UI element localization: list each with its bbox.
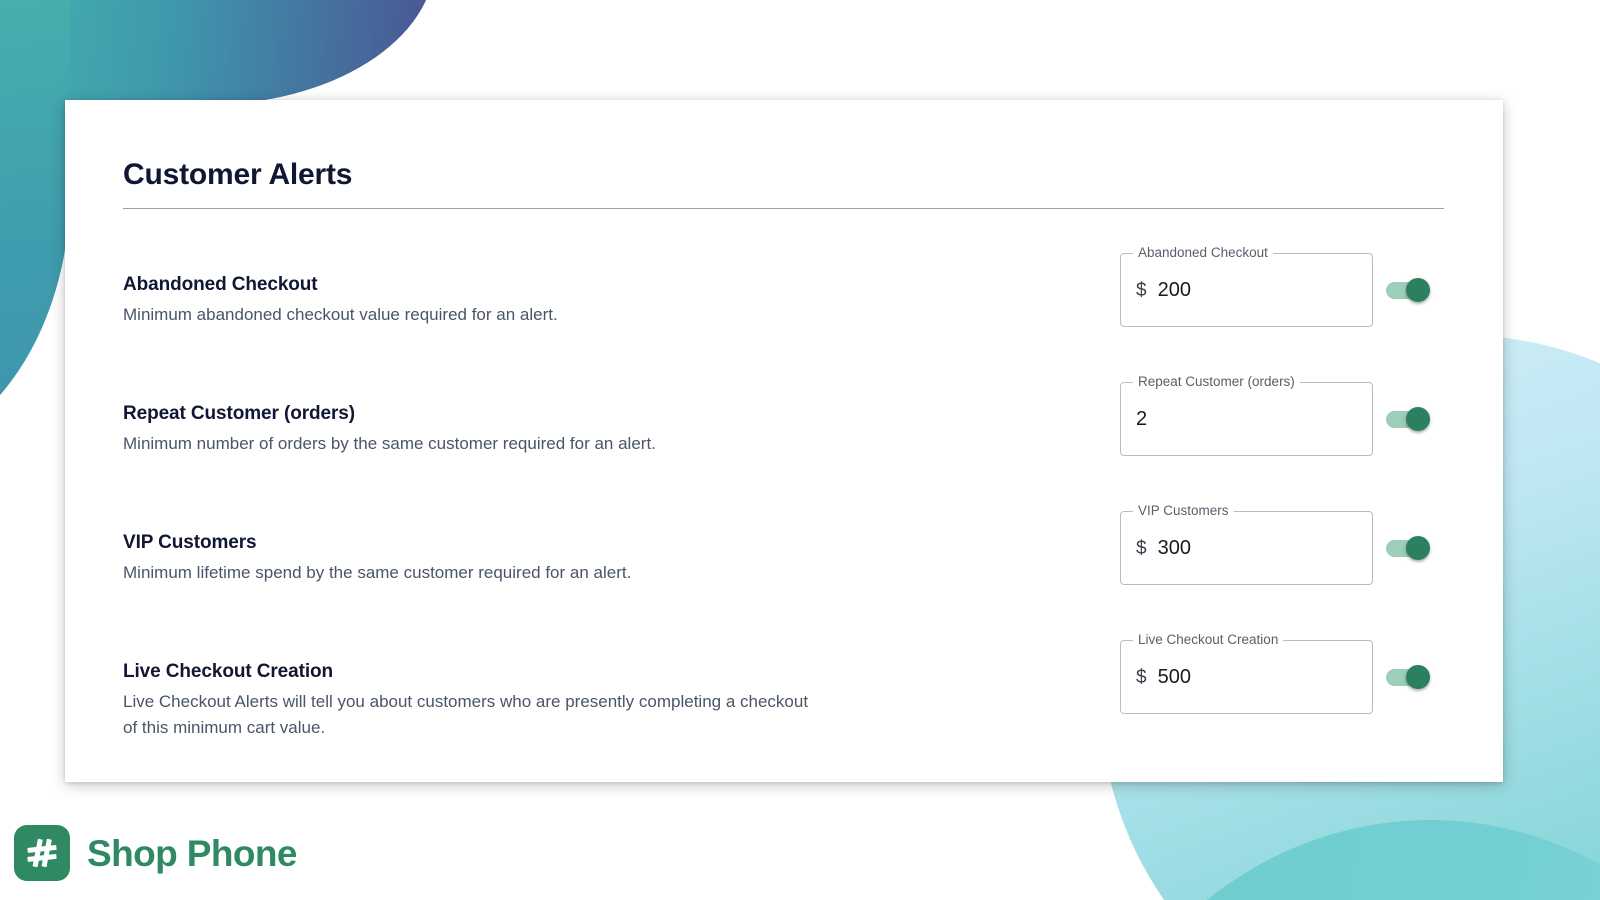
field-body: $ (1120, 511, 1373, 585)
threshold-input[interactable] (1157, 665, 1357, 689)
threshold-input[interactable] (1136, 407, 1357, 431)
page-title: Customer Alerts (123, 158, 353, 191)
alert-row-controls: Abandoned Checkout $ (1120, 245, 1435, 327)
switch-thumb (1406, 407, 1430, 431)
alerts-list: Abandoned Checkout Minimum abandoned chec… (123, 245, 1443, 769)
threshold-input[interactable] (1157, 536, 1357, 560)
alert-title: Abandoned Checkout (123, 274, 318, 295)
alert-threshold-field[interactable]: Abandoned Checkout $ (1120, 245, 1373, 327)
alert-toggle-switch[interactable] (1383, 273, 1435, 307)
field-body: $ (1120, 253, 1373, 327)
gradient-shape-left-band (0, 0, 70, 460)
alert-toggle-switch[interactable] (1383, 402, 1435, 436)
alert-threshold-field[interactable]: VIP Customers $ (1120, 503, 1373, 585)
alert-description: Minimum number of orders by the same cus… (123, 433, 656, 453)
threshold-input[interactable] (1157, 278, 1357, 302)
alert-title: Repeat Customer (orders) (123, 403, 355, 424)
alert-row-controls: Live Checkout Creation $ (1120, 632, 1435, 714)
alert-row-text: Repeat Customer (orders) Minimum number o… (123, 382, 1083, 457)
settings-card: Customer Alerts Abandoned Checkout Minimu… (65, 100, 1503, 782)
alert-toggle-switch[interactable] (1383, 531, 1435, 565)
alert-description: Minimum lifetime spend by the same custo… (123, 562, 632, 582)
alert-row: Abandoned Checkout Minimum abandoned chec… (123, 245, 1443, 382)
alert-toggle-switch[interactable] (1383, 660, 1435, 694)
alert-row-text: Live Checkout Creation Live Checkout Aler… (123, 640, 1083, 741)
hash-icon (14, 825, 70, 881)
currency-adornment: $ (1136, 666, 1147, 688)
brand-footer: Shop Phone (14, 825, 297, 881)
alert-title: Live Checkout Creation (123, 661, 334, 682)
switch-thumb (1406, 278, 1430, 302)
switch-thumb (1406, 536, 1430, 560)
alert-threshold-field[interactable]: Live Checkout Creation $ (1120, 632, 1373, 714)
field-body: $ (1120, 640, 1373, 714)
alert-row: Repeat Customer (orders) Minimum number o… (123, 374, 1443, 511)
alert-description: Live Checkout Alerts will tell you about… (123, 691, 809, 738)
brand-name: Shop Phone (87, 832, 297, 874)
field-body (1120, 382, 1373, 456)
alert-row: Live Checkout Creation Live Checkout Aler… (123, 632, 1443, 769)
currency-adornment: $ (1136, 537, 1147, 559)
alert-title: VIP Customers (123, 532, 257, 553)
alert-row-controls: VIP Customers $ (1120, 503, 1435, 585)
currency-adornment: $ (1136, 279, 1147, 301)
switch-thumb (1406, 665, 1430, 689)
alert-threshold-field[interactable]: Repeat Customer (orders) (1120, 374, 1373, 456)
alert-description: Minimum abandoned checkout value require… (123, 304, 558, 324)
alert-row-text: Abandoned Checkout Minimum abandoned chec… (123, 253, 1083, 328)
title-divider (123, 208, 1444, 209)
alert-row-controls: Repeat Customer (orders) (1120, 374, 1435, 456)
alert-row-text: VIP Customers Minimum lifetime spend by t… (123, 511, 1083, 586)
alert-row: VIP Customers Minimum lifetime spend by t… (123, 503, 1443, 640)
